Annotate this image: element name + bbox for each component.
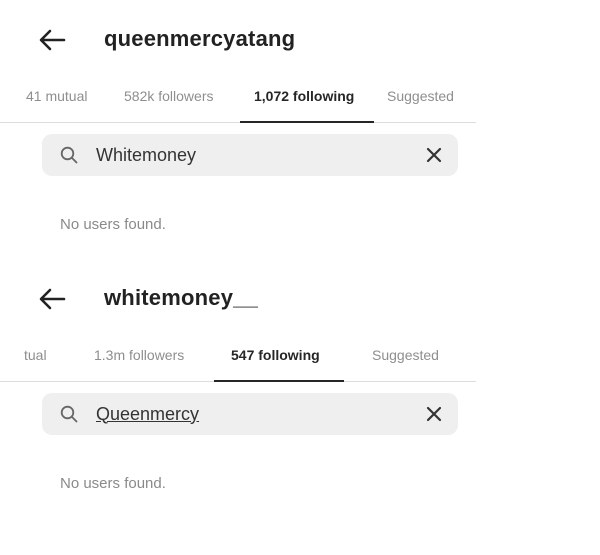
search-input[interactable] [96,393,416,435]
tab-suggested[interactable]: Suggested [387,82,454,122]
tab-following[interactable]: 1,072 following [254,82,354,122]
tab-mutual[interactable]: 41 mutual [26,82,87,122]
follow-tabs: 41 mutual 582k followers 1,072 following… [0,82,476,123]
screenshot-canvas: queenmercyatang 41 mutual 582k followers… [0,0,600,555]
profile-header: whitemoney__ [0,279,480,319]
profile-header: queenmercyatang [0,20,480,60]
search-input[interactable] [96,134,416,176]
active-tab-indicator [240,121,374,123]
active-tab-indicator [214,380,344,382]
search-bar [42,393,458,435]
search-icon [60,146,78,164]
close-icon[interactable] [426,147,442,163]
back-button[interactable] [36,26,72,54]
search-bar [42,134,458,176]
close-icon[interactable] [426,406,442,422]
arrow-left-icon [39,29,66,51]
tab-mutual[interactable]: tual [24,341,47,381]
search-icon [60,405,78,423]
tab-suggested[interactable]: Suggested [372,341,439,381]
tab-following[interactable]: 547 following [231,341,320,381]
profile-username: queenmercyatang [104,26,296,51]
no-results-message: No users found. [60,216,166,233]
no-results-message: No users found. [60,475,166,492]
follow-tabs: tual 1.3m followers 547 following Sugges… [0,341,476,382]
back-button[interactable] [36,285,72,313]
tab-followers[interactable]: 582k followers [124,82,214,122]
profile-username: whitemoney__ [104,285,259,310]
arrow-left-icon [39,288,66,310]
tab-followers[interactable]: 1.3m followers [94,341,184,381]
